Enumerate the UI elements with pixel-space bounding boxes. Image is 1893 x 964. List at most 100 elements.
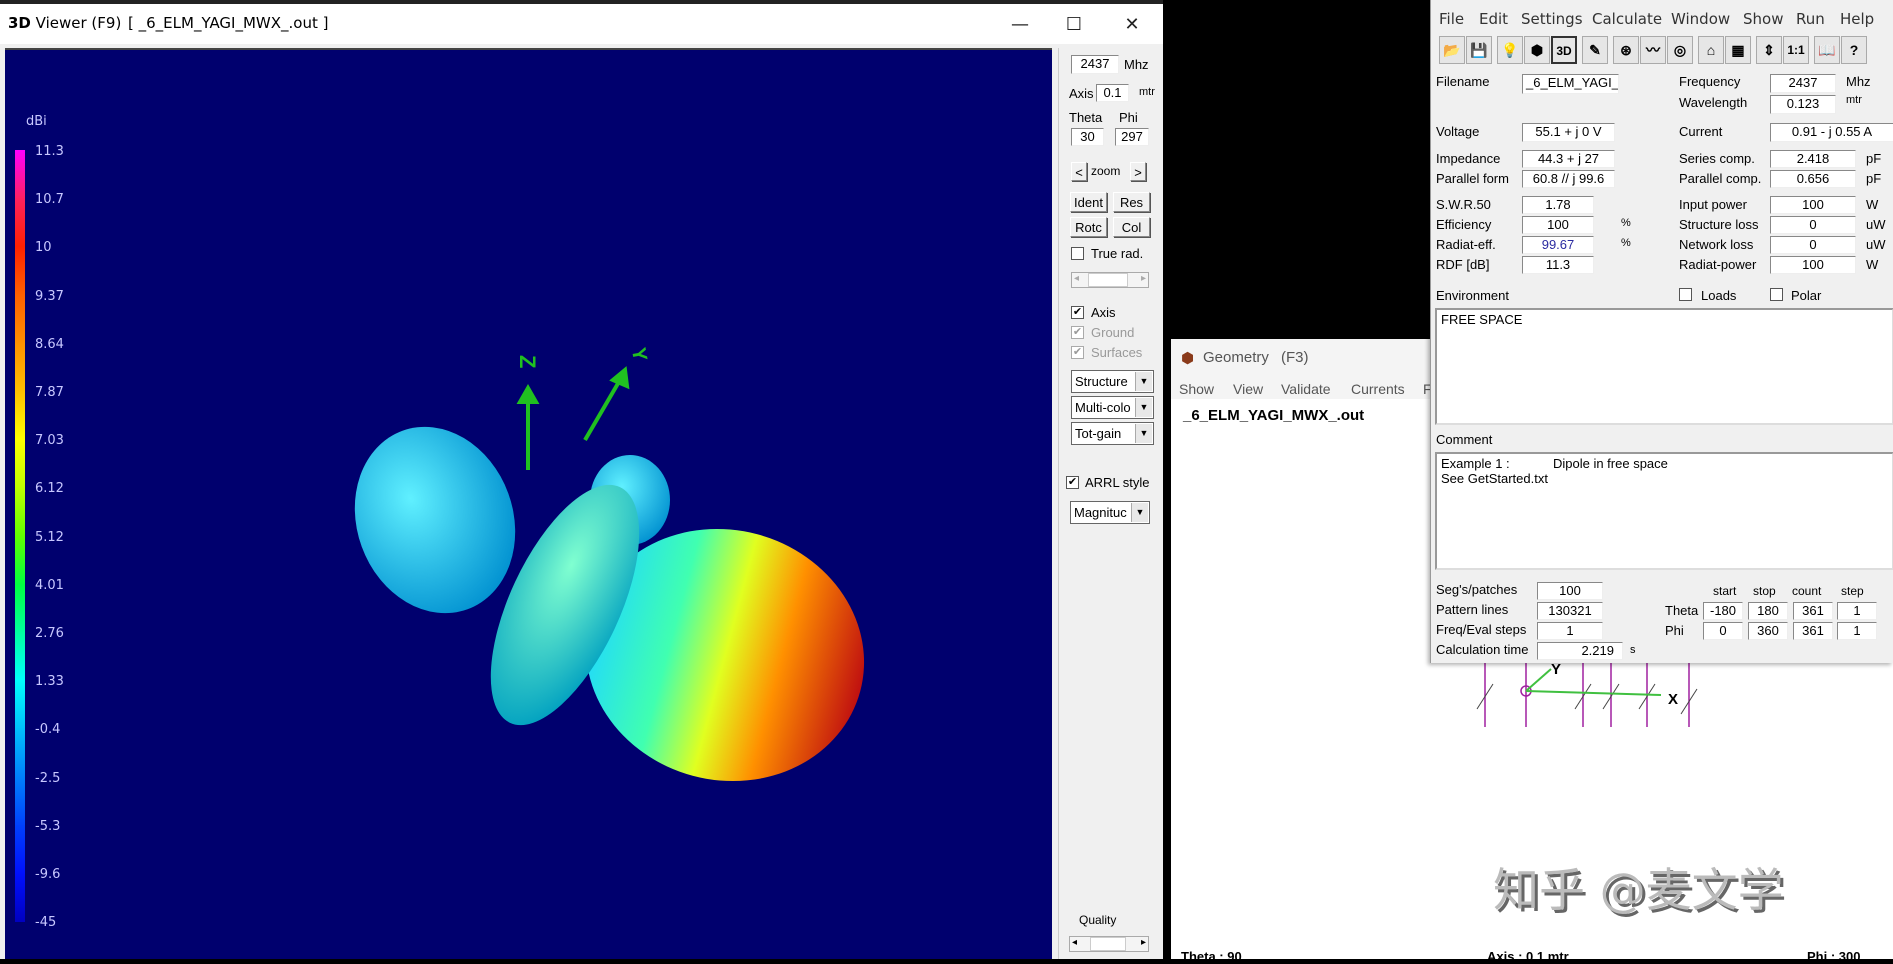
toolbar-calc-icon[interactable]: ▦: [1725, 36, 1751, 64]
zoom-in-button[interactable]: >: [1130, 162, 1146, 181]
eff-field: 100: [1522, 216, 1594, 234]
chevron-down-icon[interactable]: ▼: [1135, 372, 1152, 391]
menu-file[interactable]: File: [1439, 10, 1464, 28]
axis-field[interactable]: 0.1: [1096, 84, 1129, 102]
toolbar-1-1-icon[interactable]: 1:1: [1783, 36, 1809, 64]
viewer-title-bar[interactable]: 3D Viewer (F9) [ _6_ELM_YAGI_MWX_.out ] …: [0, 4, 1163, 44]
menu-window[interactable]: Window: [1671, 10, 1730, 28]
segs-field: 100: [1537, 582, 1603, 600]
theta-range-field[interactable]: 180: [1748, 602, 1788, 620]
quality-slider[interactable]: ◂ ▸: [1069, 936, 1149, 952]
ident-button[interactable]: Ident: [1070, 192, 1107, 212]
environment-textarea[interactable]: FREE SPACE: [1435, 308, 1893, 425]
environment-label: Environment: [1436, 288, 1509, 303]
coloring-dropdown[interactable]: Multi-colo ▼: [1071, 396, 1154, 419]
watermark: 知乎 @麦文学: [1493, 863, 1784, 917]
3d-pattern-viewport[interactable]: dBi 11.3 10.7 10 9.37 8.64 7.87 7.03 6.12 5.12 4.…: [5, 48, 1052, 959]
phi-range-field[interactable]: 1: [1837, 622, 1877, 640]
toolbar-pattern-icon[interactable]: ⊛: [1613, 36, 1639, 64]
phi-range-field[interactable]: 360: [1748, 622, 1788, 640]
ground-checkbox[interactable]: ✔: [1071, 326, 1084, 339]
res-button[interactable]: Res: [1113, 192, 1150, 212]
wavelength-label: Wavelength: [1679, 95, 1748, 110]
minimize-button[interactable]: —: [1000, 10, 1040, 40]
close-button[interactable]: ✕: [1112, 10, 1152, 40]
surfaces-checkbox[interactable]: ✔: [1071, 346, 1084, 359]
status-theta: Theta : 90: [1181, 949, 1242, 964]
inpow-label: Input power: [1679, 197, 1747, 212]
menu-calculate[interactable]: Calculate: [1592, 10, 1662, 28]
calc-time-unit: s: [1630, 644, 1636, 656]
magnitude-dropdown[interactable]: Magnituc ▼: [1070, 501, 1150, 524]
swr-label: S.W.R.50: [1436, 197, 1491, 212]
wavelength-unit: mtr: [1846, 94, 1862, 106]
axis-checkbox[interactable]: ✔: [1071, 306, 1084, 319]
zoom-out-button[interactable]: <: [1071, 162, 1087, 181]
slider-right-icon[interactable]: ▸: [1141, 273, 1146, 284]
comment-label: Comment: [1436, 432, 1493, 447]
toolbar-sweep-icon[interactable]: 〰: [1640, 36, 1666, 64]
theta-range-field[interactable]: 361: [1793, 602, 1833, 620]
loads-checkbox[interactable]: [1679, 288, 1692, 301]
radeff-field: 99.67: [1522, 236, 1594, 254]
hdr-step: step: [1841, 584, 1864, 598]
series-unit: pF: [1866, 151, 1882, 166]
toolbar-lamp-icon[interactable]: 💡: [1497, 36, 1523, 64]
toolbar-edit-icon[interactable]: ✎: [1582, 36, 1608, 64]
slider-right-icon[interactable]: ▸: [1141, 937, 1146, 948]
slider-left-icon[interactable]: ◂: [1072, 937, 1077, 948]
toolbar-scale-icon[interactable]: ⇕: [1756, 36, 1782, 64]
chevron-down-icon[interactable]: ▼: [1135, 424, 1152, 443]
gain-dropdown[interactable]: Tot-gain ▼: [1071, 422, 1154, 445]
structure-value: Structure: [1075, 374, 1128, 389]
menu-settings[interactable]: Settings: [1521, 10, 1583, 28]
filename-field[interactable]: _6_ELM_YAGI_MW:: [1522, 74, 1619, 94]
slider-left-icon[interactable]: ◂: [1074, 273, 1079, 284]
toolbar-3d-icon[interactable]: 3D: [1551, 36, 1577, 64]
rdf-field: 11.3: [1522, 256, 1594, 274]
voltage-label: Voltage: [1436, 124, 1480, 139]
true-rad-slider[interactable]: ◂ ▸: [1071, 272, 1149, 288]
toolbar-help-icon[interactable]: ?: [1841, 36, 1867, 64]
theta-range-field[interactable]: 1: [1837, 602, 1877, 620]
axis-label: Axis: [1069, 86, 1094, 101]
wavelength-field: 0.123: [1770, 95, 1836, 114]
toolbar-open-icon[interactable]: 📂: [1439, 36, 1465, 64]
toolbar-book-icon[interactable]: 📖: [1814, 36, 1840, 64]
maximize-button[interactable]: ☐: [1054, 10, 1094, 40]
phi-label: Phi: [1119, 110, 1138, 125]
loads-label: Loads: [1701, 288, 1737, 303]
chevron-down-icon[interactable]: ▼: [1135, 398, 1152, 417]
structure-dropdown[interactable]: Structure ▼: [1071, 370, 1154, 393]
toolbar-save-icon[interactable]: 💾: [1466, 36, 1492, 64]
phi-field[interactable]: 297: [1115, 128, 1149, 146]
true-rad-checkbox[interactable]: [1071, 247, 1084, 260]
polar-checkbox[interactable]: [1770, 288, 1783, 301]
current-label: Current: [1679, 124, 1723, 139]
toolbar-geometry-icon[interactable]: ⬢: [1524, 36, 1550, 64]
menu-help[interactable]: Help: [1840, 10, 1874, 28]
frequency-field[interactable]: 2437: [1770, 74, 1836, 93]
chevron-down-icon[interactable]: ▼: [1131, 503, 1148, 522]
phi-range-field[interactable]: 0: [1703, 622, 1743, 640]
radeff-unit: %: [1621, 237, 1631, 249]
arrl-style-checkbox[interactable]: ✔: [1066, 476, 1079, 489]
status-phi: Phi : 300: [1807, 949, 1861, 964]
series-label: Series comp.: [1679, 151, 1755, 166]
slider-thumb[interactable]: [1088, 273, 1128, 287]
frequency-field[interactable]: 2437: [1071, 55, 1119, 74]
col-button[interactable]: Col: [1113, 217, 1150, 237]
rotc-button[interactable]: Rotc: [1070, 217, 1107, 237]
comment-textarea[interactable]: Example 1 : Dipole in free space See Get…: [1435, 452, 1893, 570]
radiation-pattern-3d: Z Y: [354, 346, 865, 782]
slider-thumb[interactable]: [1090, 937, 1126, 951]
strloss-field: 0: [1770, 216, 1856, 234]
menu-edit[interactable]: Edit: [1479, 10, 1508, 28]
theta-field[interactable]: 30: [1071, 128, 1104, 146]
phi-range-field[interactable]: 361: [1793, 622, 1833, 640]
menu-run[interactable]: Run: [1796, 10, 1825, 28]
theta-range-field[interactable]: -180: [1703, 602, 1743, 620]
toolbar-network-icon[interactable]: ⌂: [1698, 36, 1724, 64]
menu-show[interactable]: Show: [1743, 10, 1783, 28]
toolbar-smith-icon[interactable]: ◎: [1667, 36, 1693, 64]
